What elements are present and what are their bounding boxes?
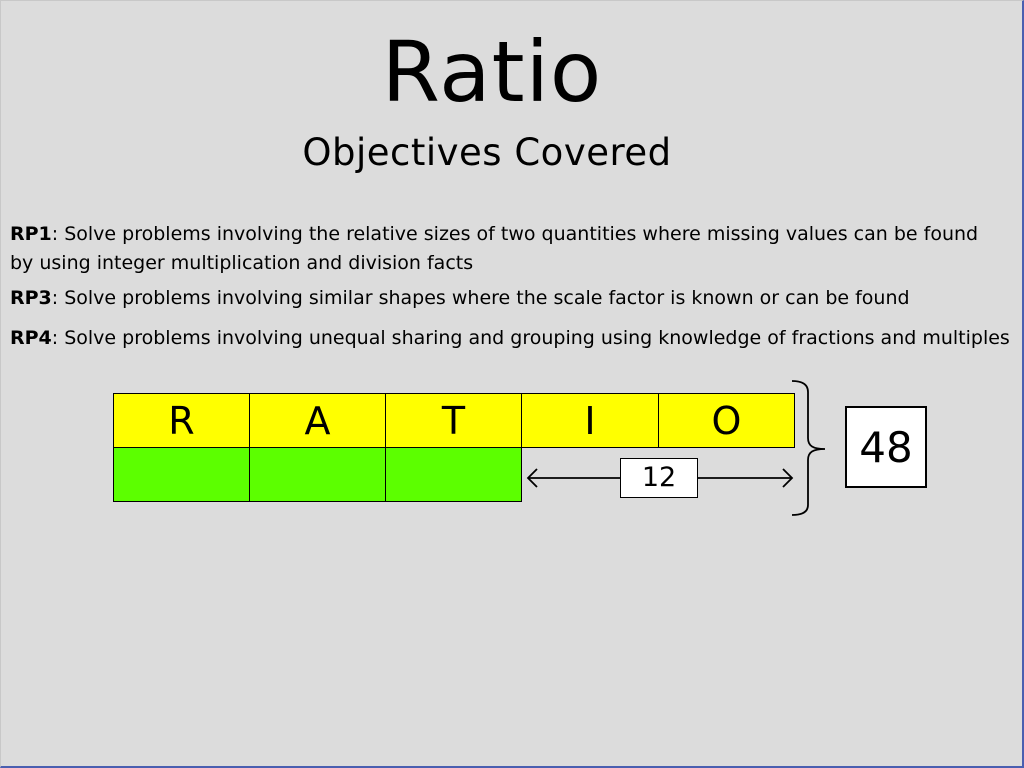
objective-text: : Solve problems involving similar shape…: [51, 287, 910, 309]
objective-rp3: RP3: Solve problems involving similar sh…: [10, 284, 1020, 313]
bar-letter-r: R: [168, 399, 195, 443]
bar-letter-t: T: [441, 399, 466, 443]
bar-letter-i: I: [584, 399, 596, 443]
objective-code: RP3: [10, 287, 52, 309]
objective-rp1-line1: RP1: Solve problems involving the relati…: [10, 220, 1020, 249]
objective-rp4: RP4: Solve problems involving unequal sh…: [10, 324, 1020, 353]
objective-code: RP1: [10, 223, 52, 245]
total-label: 48: [845, 406, 927, 488]
remainder-label: 12: [620, 458, 698, 498]
objective-text: : Solve problems involving unequal shari…: [51, 327, 1010, 349]
objective-rp1-line2: by using integer multiplication and divi…: [10, 252, 474, 274]
bar-letter-o: O: [711, 399, 742, 443]
slide-title: Ratio: [381, 23, 603, 121]
bar-letter-a: A: [304, 399, 331, 443]
objective-rp1: RP1: Solve problems involving the relati…: [10, 220, 1020, 278]
bar-bottom-cell: [385, 447, 522, 502]
bar-bottom-cell: [249, 447, 386, 502]
objective-code: RP4: [10, 327, 52, 349]
objective-text: : Solve problems involving the relative …: [51, 223, 979, 245]
right-brace: [791, 380, 826, 516]
bar-bottom-cell: [113, 447, 250, 502]
slide-subtitle: Objectives Covered: [302, 131, 672, 174]
